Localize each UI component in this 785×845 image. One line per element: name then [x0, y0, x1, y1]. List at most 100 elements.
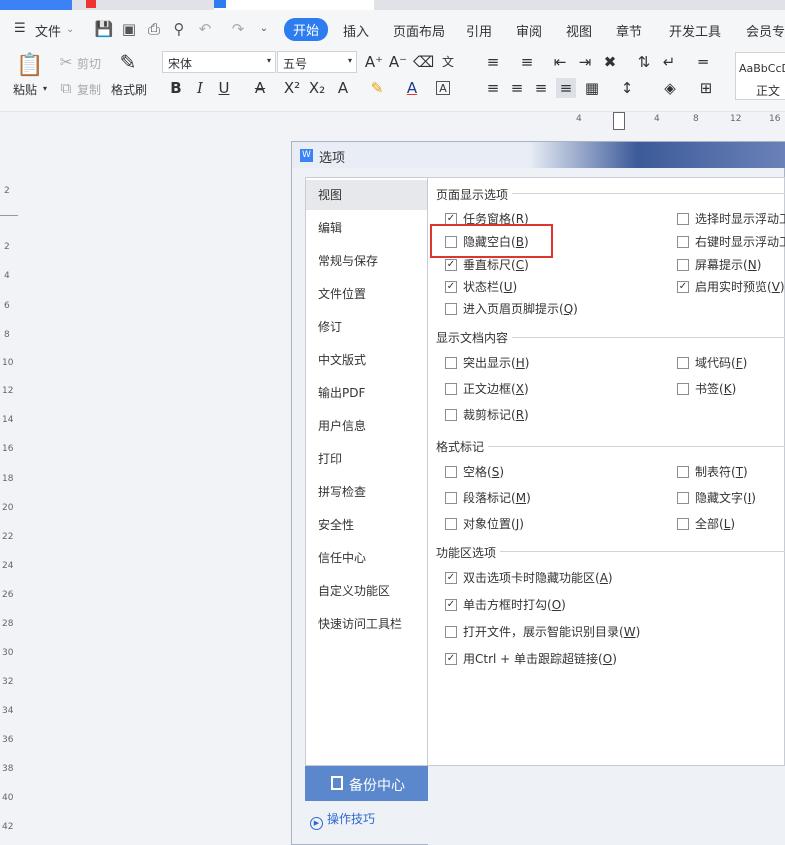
sort-icon[interactable]: ⇅	[634, 52, 654, 72]
option-status-bar[interactable]: 状态栏(U)	[445, 278, 517, 295]
tab-chapter[interactable]: 章节	[616, 21, 642, 40]
paste-dropdown-icon[interactable]: ▾	[43, 84, 47, 93]
tab-layout[interactable]: 页面布局	[393, 21, 445, 40]
numbering-icon[interactable]: ≡	[517, 52, 537, 72]
char-border-icon[interactable]: A	[436, 81, 450, 95]
option-paragraph-marks[interactable]: 段落标记(M)	[445, 489, 531, 506]
option-float-on-select[interactable]: 选择时显示浮动工	[677, 210, 785, 227]
underline-icon[interactable]: U	[214, 78, 234, 98]
borders-icon[interactable]: ⊞	[696, 78, 716, 98]
checkbox[interactable]	[445, 383, 457, 395]
tab-view[interactable]: 视图	[566, 21, 592, 40]
checkbox[interactable]	[445, 409, 457, 421]
grow-font-icon[interactable]: A⁺	[364, 52, 384, 72]
backup-center-button[interactable]: 备份中心	[305, 766, 428, 801]
undo-icon[interactable]: ↶	[195, 19, 215, 39]
sidebar-item-spellcheck[interactable]: 拼写检查	[306, 477, 427, 507]
hamburger-icon[interactable]: ☰	[14, 21, 26, 36]
tab-review[interactable]: 审阅	[516, 21, 542, 40]
shading-icon[interactable]: ◈	[660, 78, 680, 98]
sidebar-item-export-pdf[interactable]: 输出PDF	[306, 378, 427, 408]
sidebar-item-chinese-layout[interactable]: 中文版式	[306, 345, 427, 375]
indent-marker[interactable]	[613, 112, 625, 130]
tab-insert[interactable]: 插入	[343, 21, 369, 40]
checkbox[interactable]	[677, 236, 689, 248]
checkbox[interactable]	[445, 281, 457, 293]
style-normal[interactable]: 正文	[756, 82, 780, 99]
italic-icon[interactable]: I	[190, 78, 210, 98]
sidebar-item-view[interactable]: 视图	[306, 180, 427, 210]
sidebar-item-file-location[interactable]: 文件位置	[306, 279, 427, 309]
option-all-marks[interactable]: 全部(L)	[677, 515, 735, 532]
checkbox[interactable]	[445, 572, 457, 584]
checkbox[interactable]	[677, 259, 689, 271]
checkbox[interactable]	[445, 599, 457, 611]
option-vertical-ruler[interactable]: 垂直标尺(C)	[445, 256, 529, 273]
align-center-icon[interactable]: ≡	[507, 78, 527, 98]
sidebar-item-edit[interactable]: 编辑	[306, 213, 427, 243]
print-icon[interactable]: ⎙	[144, 19, 164, 39]
option-float-on-rightclick[interactable]: 右键时显示浮动工	[677, 233, 785, 250]
highlight-icon[interactable]: ✎	[367, 78, 387, 98]
chevron-down-icon[interactable]: ⌄	[66, 24, 74, 35]
checkbox[interactable]	[445, 259, 457, 271]
tab-start[interactable]: 开始	[284, 18, 329, 41]
sidebar-item-user-info[interactable]: 用户信息	[306, 411, 427, 441]
table-tool-icon[interactable]: ═	[693, 52, 713, 72]
indent-icon[interactable]: ⇥	[575, 52, 595, 72]
checkbox[interactable]	[445, 653, 457, 665]
checkbox[interactable]	[445, 466, 457, 478]
checkbox[interactable]	[445, 303, 457, 315]
sidebar-item-quick-access[interactable]: 快速访问工具栏	[306, 609, 427, 639]
customize-dropdown-icon[interactable]: ⌄	[254, 19, 274, 39]
outdent-icon[interactable]: ⇤	[550, 52, 570, 72]
sidebar-item-revision[interactable]: 修订	[306, 312, 427, 342]
option-screen-tips[interactable]: 屏幕提示(N)	[677, 256, 761, 273]
style-gallery[interactable]: AaBbCcDd 正文	[735, 52, 785, 100]
option-object-anchors[interactable]: 对象位置(J)	[445, 515, 524, 532]
dialog-title-bar[interactable]: W 选项	[292, 142, 785, 168]
option-spaces[interactable]: 空格(S)	[445, 463, 504, 480]
checkbox[interactable]	[677, 281, 689, 293]
tab-developer[interactable]: 开发工具	[669, 21, 721, 40]
cut-button[interactable]: 剪切	[77, 55, 101, 72]
tab-document[interactable]	[214, 0, 374, 10]
align-right-icon[interactable]: ≡	[531, 78, 551, 98]
option-live-preview[interactable]: 启用实时预览(V)	[677, 278, 785, 295]
justify-icon[interactable]: ≡	[556, 78, 576, 98]
tips-link[interactable]: ▶ 操作技巧	[310, 810, 375, 830]
align-left-icon[interactable]: ≡	[483, 78, 503, 98]
file-menu[interactable]: 文件	[35, 21, 61, 40]
bullets-icon[interactable]: ≡	[483, 52, 503, 72]
strikethrough-icon[interactable]: A	[250, 78, 270, 98]
checkbox[interactable]	[677, 357, 689, 369]
paste-icon[interactable]: 📋	[16, 54, 43, 78]
tab-member[interactable]: 会员专享	[746, 21, 785, 40]
text-effect-icon[interactable]: A	[333, 78, 353, 98]
font-size-select[interactable]: 五号 ▾	[277, 51, 357, 73]
checkbox[interactable]	[445, 357, 457, 369]
font-name-select[interactable]: 宋体 ▾	[162, 51, 276, 73]
checkbox[interactable]	[677, 383, 689, 395]
format-painter-button[interactable]: 格式刷	[111, 81, 147, 98]
save-icon[interactable]: 💾	[94, 19, 114, 39]
option-click-to-check[interactable]: 单击方框时打勾(O)	[445, 596, 566, 613]
option-crop-marks[interactable]: 裁剪标记(R)	[445, 406, 529, 423]
option-text-boundaries[interactable]: 正文边框(X)	[445, 380, 529, 397]
option-smart-toc[interactable]: 打开文件，展示智能识别目录(W)	[445, 623, 640, 640]
clear-format-icon[interactable]: ⌫	[413, 52, 434, 72]
font-color-icon[interactable]: A	[402, 78, 422, 98]
option-hidden-text[interactable]: 隐藏文字(I)	[677, 489, 756, 506]
sidebar-item-trust-center[interactable]: 信任中心	[306, 543, 427, 573]
checkbox[interactable]	[445, 626, 457, 638]
paste-button[interactable]: 粘贴	[13, 81, 37, 98]
phonetic-icon[interactable]: 文	[438, 52, 458, 72]
copy-button[interactable]: 复制	[77, 81, 101, 98]
home-tab[interactable]	[0, 0, 72, 10]
checkbox[interactable]	[677, 518, 689, 530]
show-hide-icon[interactable]: ↵	[659, 52, 679, 72]
superscript-icon[interactable]: X²	[282, 78, 302, 98]
subscript-icon[interactable]: X₂	[307, 78, 327, 98]
shrink-font-icon[interactable]: A⁻	[388, 52, 408, 72]
checkbox[interactable]	[445, 518, 457, 530]
